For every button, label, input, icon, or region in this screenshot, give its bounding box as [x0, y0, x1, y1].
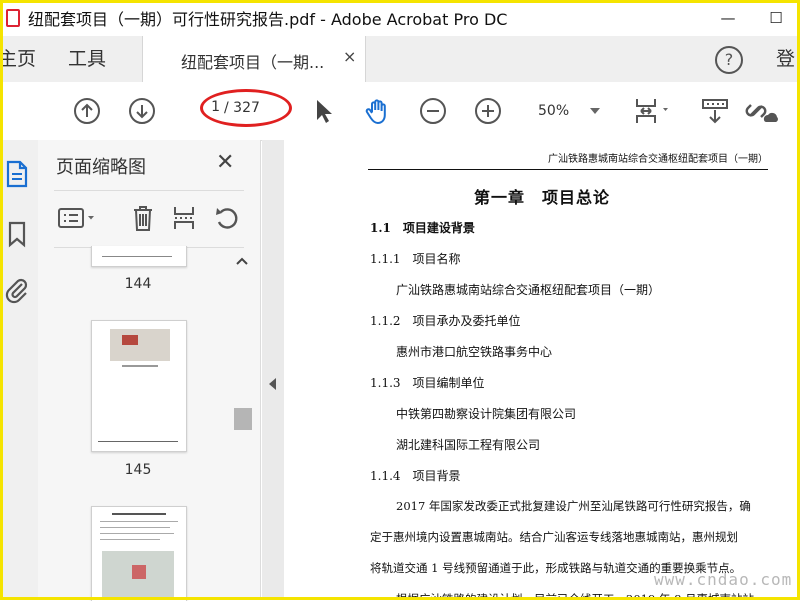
next-page-icon[interactable]	[127, 96, 157, 126]
document-paragraph: 2017 年国家发改委正式批复建设广州至汕尾铁路可行性研究报告，确	[396, 499, 751, 513]
bookmark-icon[interactable]	[4, 220, 30, 248]
share-link-icon[interactable]	[744, 96, 778, 126]
page-thumbnail-145[interactable]	[91, 320, 187, 452]
page-thumbnail-144[interactable]	[91, 246, 187, 267]
help-icon[interactable]: ?	[715, 46, 743, 74]
attachment-icon[interactable]	[4, 276, 30, 304]
thumbnail-text-line	[100, 533, 174, 534]
thumbnail-map-marker	[132, 565, 146, 579]
window-controls: — ☐	[704, 0, 800, 36]
thumbnail-footer-line	[98, 441, 178, 442]
document-running-header: 广汕铁路惠城南站综合交通枢纽配套项目（一期）	[368, 150, 768, 170]
page-thumbnails-icon[interactable]	[4, 160, 30, 188]
document-paragraph: 中铁第四勘察设计院集团有限公司	[396, 407, 577, 421]
tab-bar: 主页 工具 纽配套项目（一期... × ? 登	[0, 36, 800, 83]
subsection-heading: 1.1.1 项目名称	[370, 252, 461, 266]
toolbar: 1 / 327 50%	[0, 82, 800, 141]
document-paragraph: 定于惠州境内设置惠城南站。结合广汕客运专线落地惠城南站，惠州规划	[370, 530, 738, 544]
page-thumbnails-panel: 页面缩略图 ✕ 144 145	[38, 140, 261, 601]
document-chapter-title: 第一章 项目总论	[473, 188, 610, 207]
insert-page-icon[interactable]	[170, 203, 200, 233]
read-mode-icon[interactable]	[700, 96, 730, 126]
scrollbar-thumb[interactable]	[234, 408, 252, 430]
thumbnail-text-line	[100, 539, 160, 540]
thumbnail-heading-line	[112, 513, 166, 515]
subsection-heading: 1.1.3 项目编制单位	[370, 376, 485, 390]
tab-home[interactable]: 主页	[0, 36, 60, 82]
tab-tools[interactable]: 工具	[68, 36, 128, 82]
site-watermark: www.cndao.com	[654, 570, 793, 589]
scroll-up-icon[interactable]	[234, 254, 250, 270]
page-number-highlight-circle	[200, 89, 292, 127]
zoom-level-dropdown[interactable]: 50%	[530, 96, 606, 126]
document-paragraph: 根据广汕铁路的建设计划，目前已全线开工，2019 年 8 月惠城南站站	[396, 592, 755, 600]
maximize-button[interactable]: ☐	[752, 0, 800, 36]
minimize-button[interactable]: —	[704, 0, 752, 36]
section-heading: 1.1 项目建设背景	[370, 221, 475, 235]
document-paragraph: 广汕铁路惠城南站综合交通枢纽配套项目（一期）	[396, 283, 661, 297]
thumbnail-text-line	[100, 521, 178, 522]
document-view[interactable]: 广汕铁路惠城南站综合交通枢纽配套项目（一期） 第一章 项目总论 1.1 项目建设…	[284, 140, 800, 600]
tab-document[interactable]: 纽配套项目（一期... ×	[142, 36, 366, 83]
previous-page-icon[interactable]	[72, 96, 102, 126]
delete-page-icon[interactable]	[128, 203, 158, 233]
chevron-down-icon	[590, 108, 600, 114]
zoom-level-value: 50%	[538, 103, 570, 119]
sign-in-link[interactable]: 登	[776, 36, 795, 82]
tab-document-label: 纽配套项目（一期...	[181, 53, 325, 72]
thumbnail-map-image	[110, 329, 170, 361]
acrobat-app-icon	[6, 9, 20, 27]
thumbnail-caption-line	[122, 365, 158, 367]
panel-title: 页面缩略图	[56, 157, 146, 178]
thumbnail-text-line	[100, 527, 170, 528]
zoom-out-icon[interactable]	[418, 96, 448, 126]
title-bar: 纽配套项目（一期）可行性研究报告.pdf - Adobe Acrobat Pro…	[0, 0, 800, 36]
thumbnail-label-145: 145	[124, 462, 152, 478]
thumbnail-label-144: 144	[124, 276, 152, 292]
zoom-in-icon[interactable]	[473, 96, 503, 126]
panel-close-icon[interactable]: ✕	[216, 150, 234, 175]
document-paragraph: 惠州市港口航空铁路事务中心	[396, 345, 553, 359]
thumbnail-map-marker	[122, 335, 138, 345]
window-title: 纽配套项目（一期）可行性研究报告.pdf - Adobe Acrobat Pro…	[28, 10, 508, 29]
rotate-page-icon[interactable]	[212, 203, 242, 233]
document-paragraph: 湖北建科国际工程有限公司	[396, 438, 541, 452]
subsection-heading: 1.1.4 项目背景	[370, 469, 461, 483]
fit-page-icon[interactable]	[632, 96, 676, 126]
left-navigation-rail	[0, 140, 39, 600]
page-thumbnail-146[interactable]	[91, 506, 187, 601]
thumbnail-options-icon[interactable]	[56, 203, 100, 233]
panel-collapse-handle[interactable]	[262, 140, 285, 600]
hand-tool-icon[interactable]	[363, 96, 393, 126]
panel-toolbar	[54, 190, 244, 248]
tab-close-icon[interactable]: ×	[343, 47, 356, 66]
select-cursor-icon[interactable]	[309, 96, 339, 126]
subsection-heading: 1.1.2 项目承办及委托单位	[370, 314, 521, 328]
thumbnail-content-line	[102, 256, 172, 257]
chevron-left-icon	[269, 378, 276, 390]
